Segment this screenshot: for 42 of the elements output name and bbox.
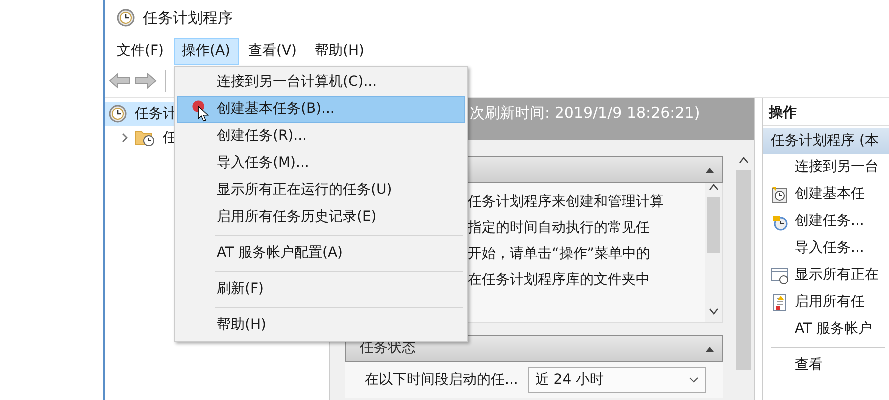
action-link[interactable]: 显示所有正在 [795, 265, 879, 286]
menu-item[interactable]: 启用所有任务历史记录(E) [177, 204, 465, 231]
clock-icon [109, 105, 127, 123]
window-clock-icon [771, 266, 789, 284]
window-title: 任务计划程序 [143, 8, 233, 29]
notebook-icon [771, 294, 789, 312]
folder-clock-icon [135, 129, 155, 147]
menu-item[interactable]: 帮助(H) [307, 38, 372, 64]
menu-item[interactable]: 文件(F) [109, 38, 172, 64]
time-range-dropdown[interactable]: 近 24 小时 [528, 367, 706, 393]
action-link[interactable]: 创建任务... [795, 211, 864, 232]
menu-item[interactable]: 刷新(F) [177, 276, 465, 303]
action-link[interactable]: 创建基本任 [795, 184, 865, 205]
scrollbar-thumb[interactable] [736, 170, 751, 370]
collapse-icon[interactable] [706, 346, 714, 352]
menu-item[interactable]: 连接到另一台计算机(C)... [177, 69, 465, 96]
clock-calendar-icon [771, 186, 789, 204]
clock-icon [117, 9, 135, 27]
action-link[interactable]: 连接到另一台 [795, 157, 879, 178]
action-link[interactable]: 启用所有任 [795, 292, 865, 313]
menu-item[interactable]: 显示所有正在运行的任务(U) [177, 177, 465, 204]
menu-item[interactable]: 创建基本任务(B)... [177, 96, 465, 123]
collapse-icon[interactable] [706, 166, 714, 172]
cursor-icon [192, 100, 211, 122]
action-link[interactable]: 查看 [795, 355, 823, 376]
actions-group-header[interactable]: 任务计划程序 (本 [763, 128, 889, 154]
panel-title: 操作 [763, 102, 889, 126]
menu-item[interactable]: 查看(V) [240, 38, 306, 64]
action-link[interactable]: AT 服务帐户 [795, 319, 872, 340]
menu-item[interactable]: AT 服务帐户配置(A) [177, 240, 465, 267]
forward-arrow-icon[interactable] [135, 72, 157, 88]
action-link[interactable]: 导入任务... [795, 238, 864, 259]
menu-item[interactable]: 操作(A) [174, 38, 238, 64]
overview-paragraph: 任务计划程序来创建和管理计算 指定的时间自动执行的常见任 开始，请单击“操作”菜单中的 在任务计划程序库的文件夹中 [468, 193, 665, 290]
scrollbar-thumb[interactable] [707, 197, 720, 253]
chevron-down-icon[interactable] [689, 377, 700, 383]
scroll-down-icon[interactable] [708, 308, 718, 316]
menu-item[interactable]: 导入任务(M)... [177, 150, 465, 177]
filter-label: 在以下时间段启动的任... [365, 370, 518, 390]
scroll-up-icon[interactable] [708, 183, 718, 191]
back-arrow-icon[interactable] [109, 72, 131, 88]
scroll-up-icon[interactable] [738, 156, 748, 164]
